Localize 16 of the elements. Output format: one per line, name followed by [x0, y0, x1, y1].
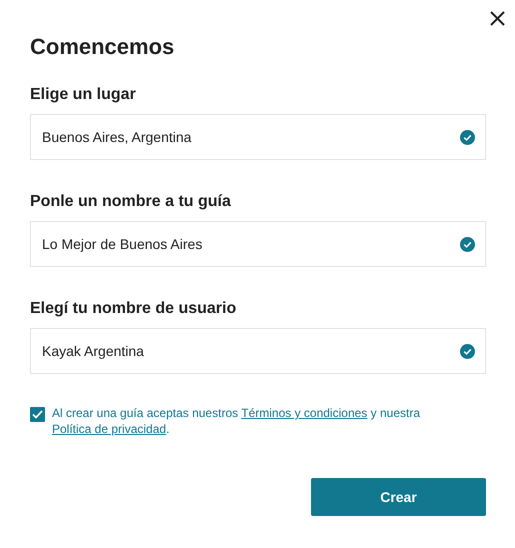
field-label: Elige un lugar	[30, 86, 137, 104]
input-field[interactable]: Kayak Argentina	[30, 328, 486, 374]
input-field[interactable]: Lo Mejor de Buenos Aires	[30, 221, 486, 267]
input-field[interactable]: Buenos Aires, Argentina	[30, 114, 486, 160]
policy-link[interactable]: Términos y condiciones	[241, 406, 368, 420]
create-button[interactable]: Crear	[311, 478, 486, 516]
policy-link[interactable]: Política de privacidad	[52, 422, 166, 436]
dialog-title: Comencemos	[30, 34, 176, 60]
field-label: Ponle un nombre a tu guía	[30, 193, 232, 211]
close-icon	[490, 10, 504, 26]
consent-checkbox[interactable]	[30, 407, 45, 422]
field-value: Lo Mejor de Buenos Aires	[42, 236, 204, 252]
consent-text: Al crear una guía aceptas nuestros Términos y condiciones y nuestra Política de privacidad.	[52, 405, 421, 437]
field-value: Buenos Aires, Argentina	[42, 129, 192, 145]
field-value: Kayak Argentina	[42, 343, 145, 359]
field-label: Elegí tu nombre de usuario	[30, 300, 238, 318]
